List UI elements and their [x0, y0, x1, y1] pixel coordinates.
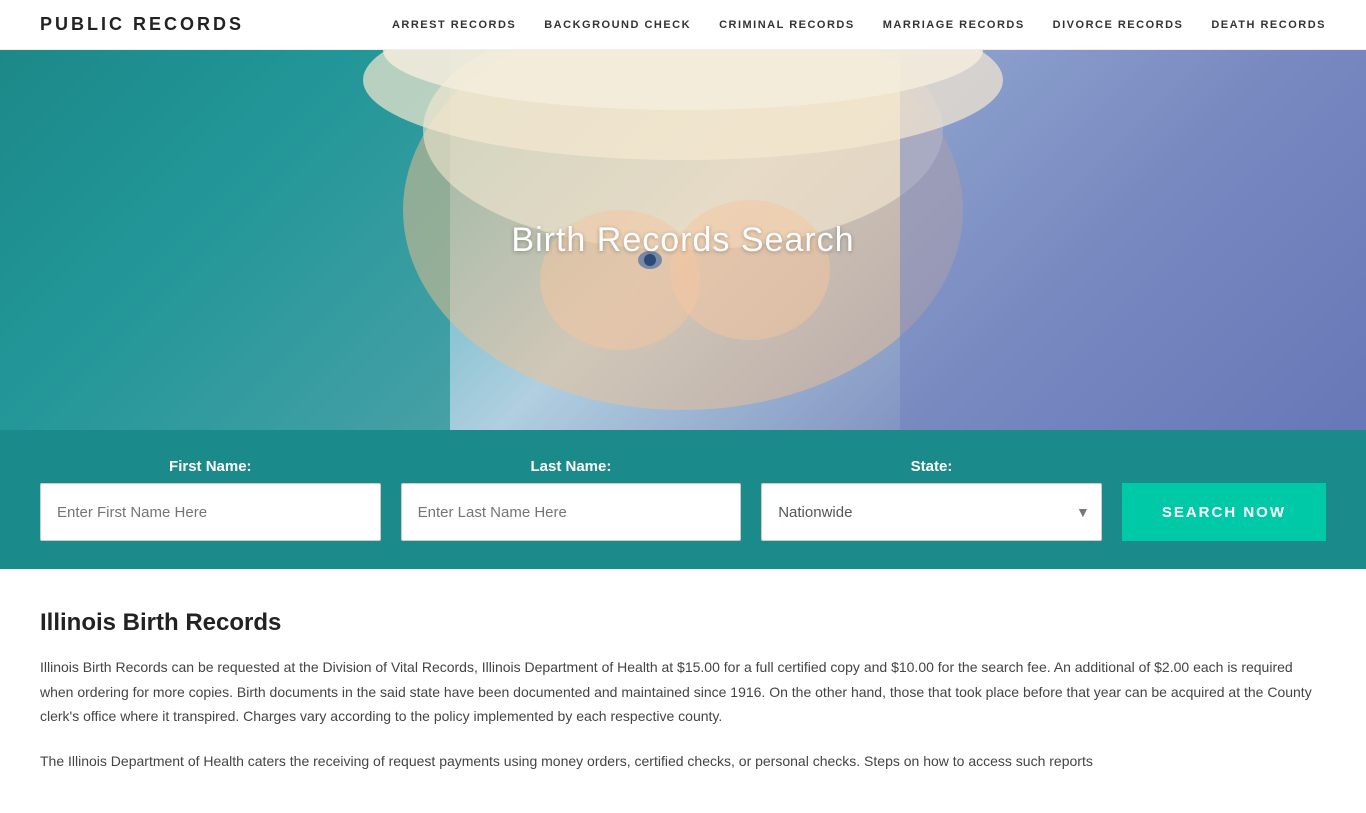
last-name-label: Last Name: [401, 458, 742, 475]
first-name-input[interactable] [40, 483, 381, 541]
nav-criminal-records[interactable]: CRIMINAL RECORDS [719, 19, 855, 31]
nav-death-records[interactable]: DEATH RECORDS [1211, 19, 1326, 31]
last-name-field-group: Last Name: [401, 458, 742, 541]
search-bar: First Name: Last Name: State: Nationwide… [0, 430, 1366, 569]
content-paragraph-2: The Illinois Department of Health caters… [40, 749, 1326, 774]
logo[interactable]: PUBLIC RECORDS [40, 14, 244, 35]
nav-background-check[interactable]: BACKGROUND CHECK [544, 19, 691, 31]
hero-title: Birth Records Search [511, 221, 854, 260]
first-name-field-group: First Name: [40, 458, 381, 541]
last-name-input[interactable] [401, 483, 742, 541]
hero-section: Birth Records Search [0, 50, 1366, 430]
state-select[interactable]: Nationwide Alabama Alaska Arizona Arkans… [761, 483, 1102, 541]
nav-divorce-records[interactable]: DIVORCE RECORDS [1053, 19, 1184, 31]
state-label: State: [761, 458, 1102, 475]
content-paragraph-1: Illinois Birth Records can be requested … [40, 655, 1326, 729]
nav-marriage-records[interactable]: MARRIAGE RECORDS [883, 19, 1025, 31]
header: PUBLIC RECORDS ARREST RECORDS BACKGROUND… [0, 0, 1366, 50]
state-field-group: State: Nationwide Alabama Alaska Arizona… [761, 458, 1102, 541]
state-select-wrapper: Nationwide Alabama Alaska Arizona Arkans… [761, 483, 1102, 541]
nav-arrest-records[interactable]: ARREST RECORDS [392, 19, 516, 31]
main-nav: ARREST RECORDS BACKGROUND CHECK CRIMINAL… [392, 19, 1326, 31]
content-heading: Illinois Birth Records [40, 609, 1326, 637]
search-now-button[interactable]: SEARCH NOW [1122, 483, 1326, 541]
first-name-label: First Name: [40, 458, 381, 475]
content-section: Illinois Birth Records Illinois Birth Re… [0, 569, 1366, 813]
